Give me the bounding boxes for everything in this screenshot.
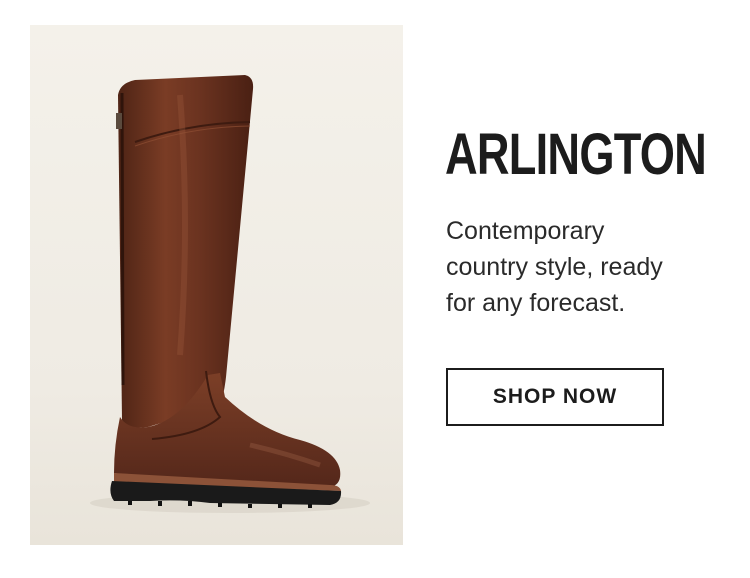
product-image[interactable]	[30, 25, 403, 545]
shop-now-button[interactable]: SHOP NOW	[446, 368, 664, 426]
tagline-line-2: country style, ready	[446, 253, 663, 281]
headline: ARLINGTON	[445, 122, 707, 187]
riding-boot-icon	[90, 75, 370, 513]
tagline: Contemporary country style, ready for an…	[446, 213, 736, 321]
tagline-line-1: Contemporary	[446, 217, 605, 245]
tagline-line-3: for any forecast.	[446, 289, 626, 317]
